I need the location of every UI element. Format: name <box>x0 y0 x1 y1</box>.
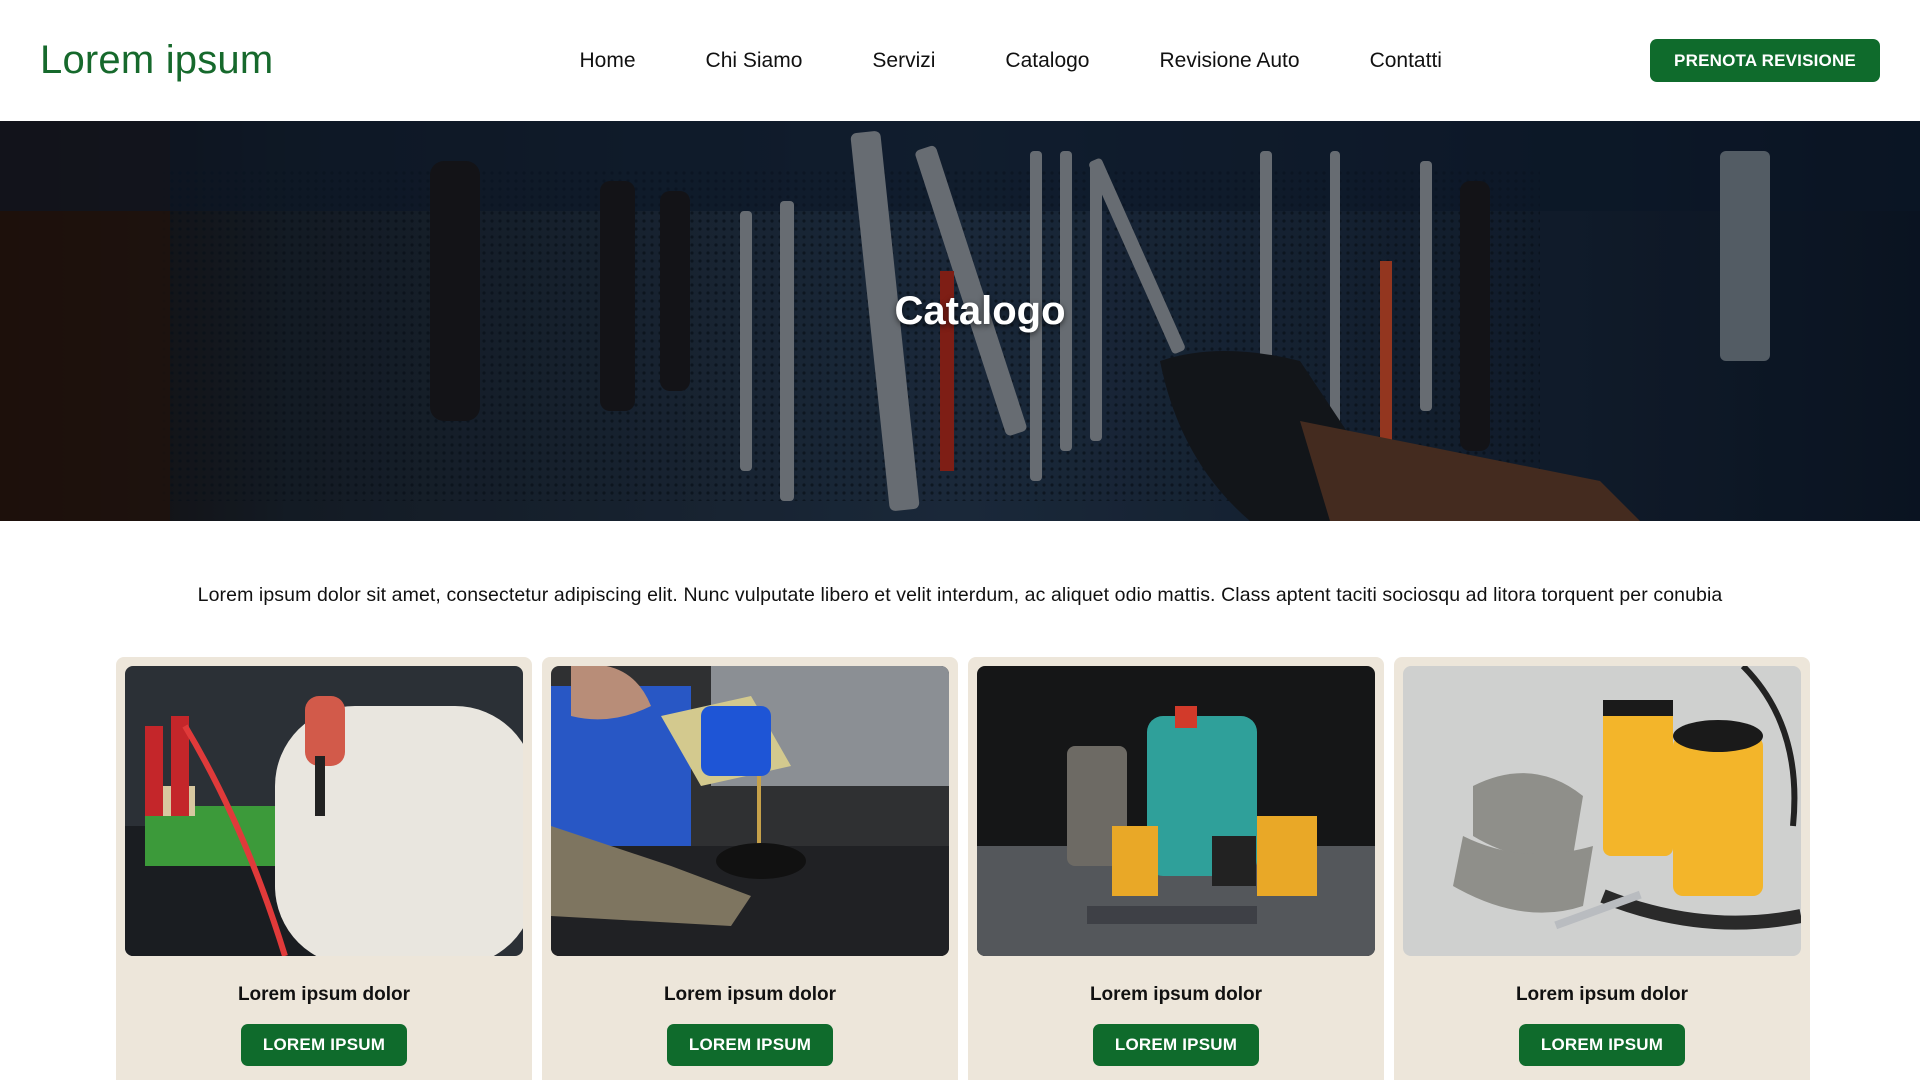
page-title: Catalogo <box>894 288 1066 333</box>
card-title: Lorem ipsum dolor <box>1089 984 1263 1005</box>
site-header: Lorem ipsum Home Chi Siamo Servizi Catal… <box>0 0 1920 121</box>
card-image-oil-change <box>551 666 949 956</box>
card-button[interactable]: LOREM IPSUM <box>1519 1024 1685 1066</box>
card-image-brake-pads <box>1403 666 1801 956</box>
nav-chi-siamo[interactable]: Chi Siamo <box>706 49 803 73</box>
nav-catalogo[interactable]: Catalogo <box>1005 49 1089 73</box>
card-button[interactable]: LOREM IPSUM <box>1093 1024 1259 1066</box>
book-inspection-button[interactable]: PRENOTA REVISIONE <box>1650 39 1880 82</box>
card-image-battery <box>125 666 523 956</box>
card-image-car-parts <box>977 666 1375 956</box>
hero-banner: Catalogo <box>0 121 1920 521</box>
catalog-card: Lorem ipsum dolor LOREM IPSUM <box>542 657 958 1080</box>
catalog-card: Lorem ipsum dolor LOREM IPSUM <box>116 657 532 1080</box>
catalog-card: Lorem ipsum dolor LOREM IPSUM <box>968 657 1384 1080</box>
catalog-card: Lorem ipsum dolor LOREM IPSUM <box>1394 657 1810 1080</box>
catalog-cards: Lorem ipsum dolor LOREM IPSUM Lorem ipsu… <box>0 657 1920 1080</box>
main-nav: Home Chi Siamo Servizi Catalogo Revision… <box>580 49 1442 73</box>
site-logo[interactable]: Lorem ipsum <box>40 38 273 83</box>
intro-text: Lorem ipsum dolor sit amet, consectetur … <box>197 584 1723 606</box>
nav-contatti[interactable]: Contatti <box>1370 49 1442 73</box>
nav-home[interactable]: Home <box>580 49 636 73</box>
card-button[interactable]: LOREM IPSUM <box>241 1024 407 1066</box>
nav-revisione-auto[interactable]: Revisione Auto <box>1159 49 1299 73</box>
nav-servizi[interactable]: Servizi <box>872 49 935 73</box>
card-title: Lorem ipsum dolor <box>663 984 837 1005</box>
card-title: Lorem ipsum dolor <box>1515 984 1689 1005</box>
card-button[interactable]: LOREM IPSUM <box>667 1024 833 1066</box>
card-title: Lorem ipsum dolor <box>237 984 411 1005</box>
